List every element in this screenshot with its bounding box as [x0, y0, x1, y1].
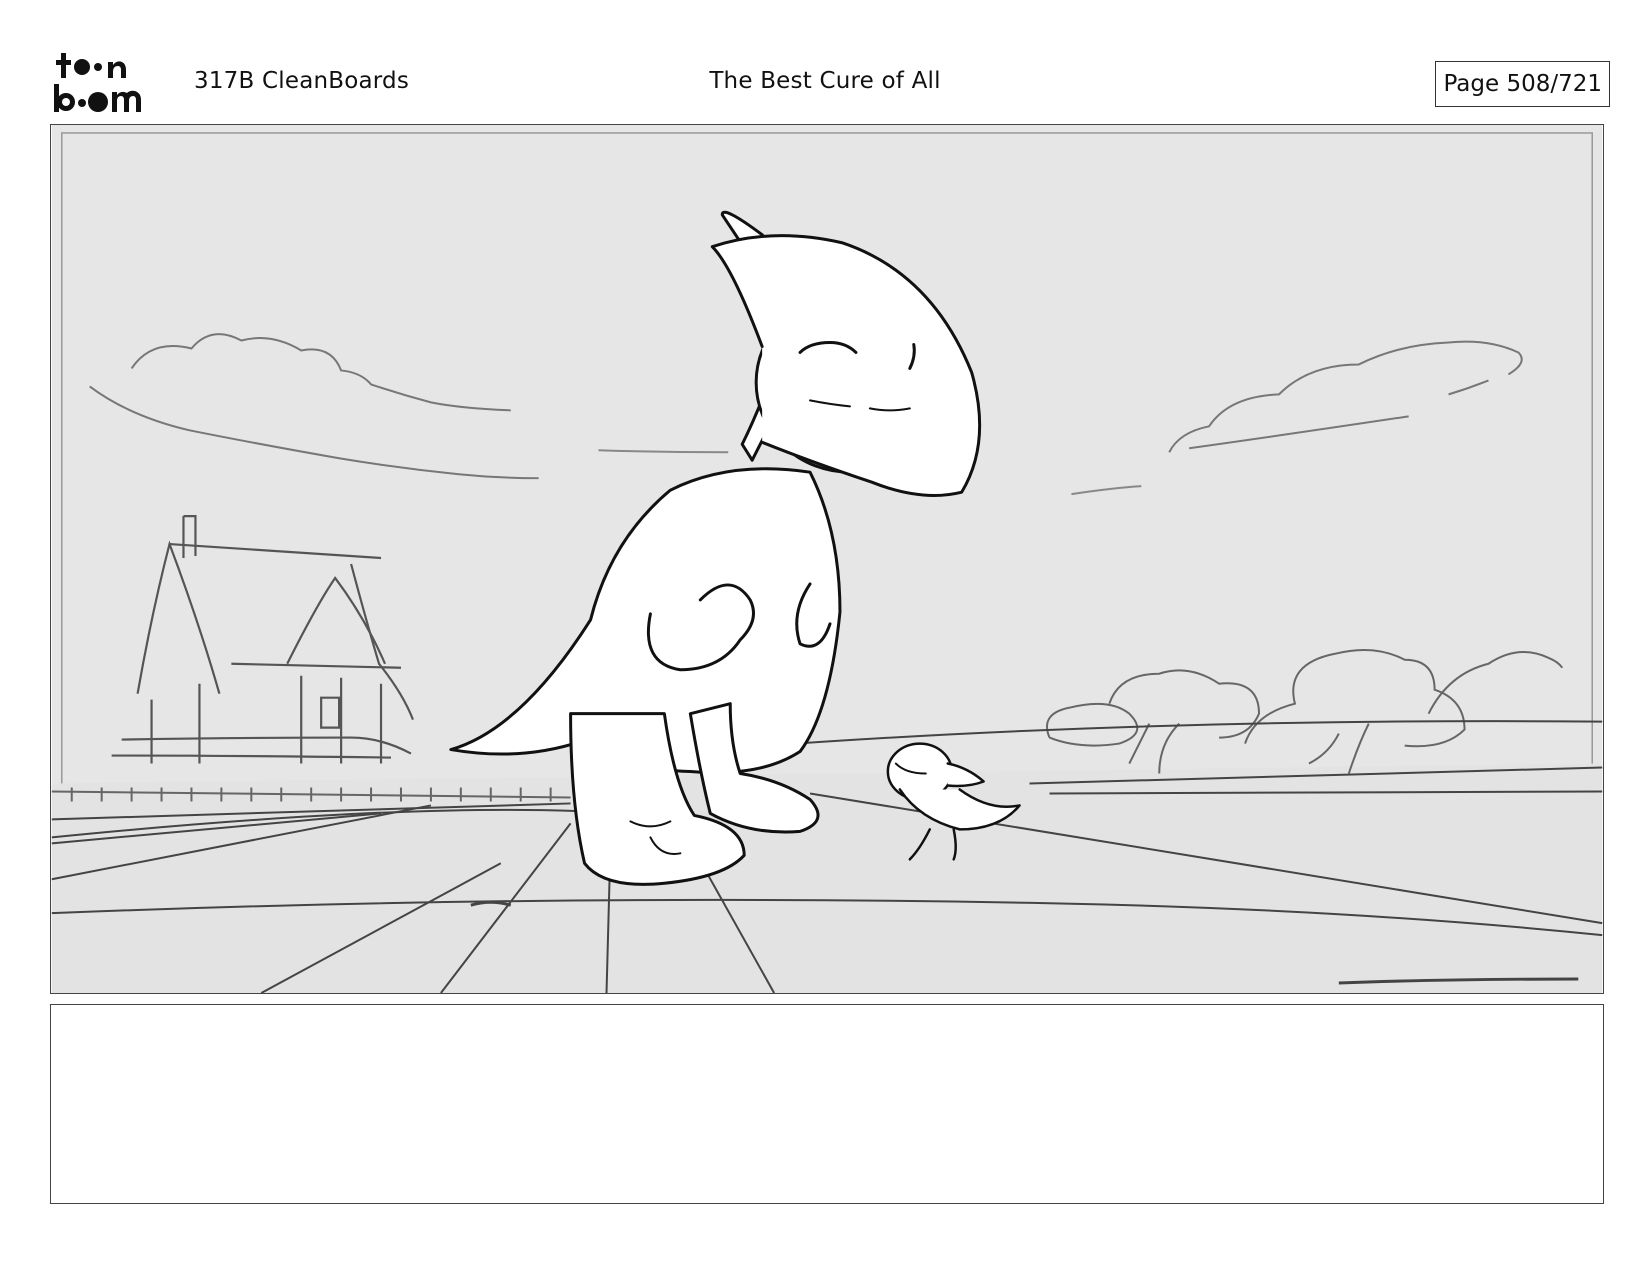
- panel-drawing: [51, 125, 1603, 993]
- storyboard-panel: [50, 124, 1604, 994]
- ground-area: [51, 763, 1603, 993]
- page-number: Page 508/721: [1435, 61, 1610, 107]
- page-title: The Best Cure of All: [709, 68, 941, 94]
- panel-notes-box: [50, 1004, 1604, 1204]
